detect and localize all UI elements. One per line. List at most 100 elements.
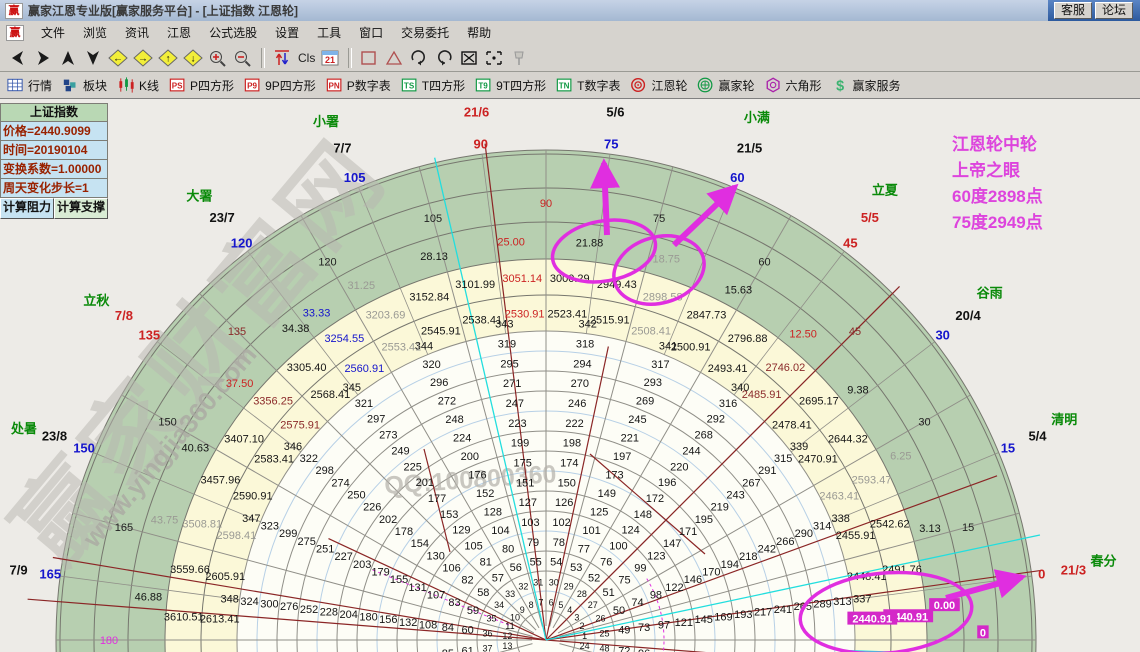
svg-text:269: 269 [636,396,654,408]
svg-text:23/7: 23/7 [209,210,234,225]
svg-text:T9: T9 [478,81,488,90]
svg-text:55: 55 [530,557,542,569]
shift-updown-icon[interactable] [270,47,294,69]
svg-text:3457.96: 3457.96 [201,474,241,486]
menu-item-9[interactable]: 帮助 [458,21,500,44]
down-triangle-icon[interactable] [81,47,105,69]
view-button-label: 行情 [28,77,52,94]
hexagon-icon [765,76,783,94]
svg-text:79: 79 [527,537,539,549]
view-button-江恩轮[interactable]: 江恩轮 [630,76,687,94]
diamond-up-icon[interactable]: ↑ [156,47,180,69]
view-button-K线[interactable]: K线 [117,76,159,94]
svg-text:2493.41: 2493.41 [708,363,748,375]
box-x-icon[interactable] [457,47,481,69]
svg-text:85: 85 [442,648,454,652]
diamond-down-icon[interactable]: ↓ [181,47,205,69]
view-button-9T四方形[interactable]: T9 9T四方形 [475,76,546,94]
svg-text:249: 249 [391,445,409,457]
svg-text:337: 337 [853,593,871,605]
svg-text:272: 272 [438,396,456,408]
menu-item-0[interactable]: 文件 [32,21,74,44]
svg-text:32: 32 [518,581,528,591]
svg-text:97: 97 [658,619,670,631]
box-center-icon[interactable] [482,47,506,69]
draw-triangle-icon[interactable] [382,47,406,69]
zoom-out-icon[interactable] [231,47,255,69]
svg-text:$: $ [836,78,844,94]
svg-text:316: 316 [719,398,737,410]
calendar-icon[interactable]: 21 [318,47,342,69]
view-button-行情[interactable]: 行情 [6,76,52,94]
view-button-label: P数字表 [347,77,391,94]
menu-item-8[interactable]: 交易委托 [392,21,458,44]
svg-text:347: 347 [242,513,260,525]
svg-text:立秋: 立秋 [83,293,110,308]
menu-item-1[interactable]: 浏览 [74,21,116,44]
menu-item-2[interactable]: 资讯 [116,21,158,44]
view-button-label: 9T四方形 [496,77,546,94]
view-button-赢家服务[interactable]: $赢家服务 [832,76,901,94]
cls-icon[interactable]: Cls [295,51,318,65]
up-triangle-icon[interactable] [56,47,80,69]
svg-text:50: 50 [613,605,625,617]
next-arrow-icon[interactable] [31,47,55,69]
menu-item-6[interactable]: 工具 [308,21,350,44]
svg-text:171: 171 [679,526,697,538]
prev-arrow-icon[interactable] [6,47,30,69]
view-button-P四方形[interactable]: PSP四方形 [169,76,234,94]
view-button-赢家轮[interactable]: 赢家轮 [697,76,754,94]
view-button-板块[interactable]: 板块 [62,76,107,94]
svg-text:59: 59 [467,605,479,617]
svg-text:2470.91: 2470.91 [798,453,838,465]
diamond-left-icon[interactable]: ← [106,47,130,69]
rotate-cw-icon[interactable] [407,47,431,69]
svg-text:7/7: 7/7 [333,140,351,155]
svg-text:5/4: 5/4 [1028,428,1047,443]
svg-text:小满: 小满 [744,110,770,125]
svg-text:220: 220 [670,461,688,473]
view-button-六角形[interactable]: 六角形 [765,76,822,94]
menu-item-3[interactable]: 江恩 [158,21,200,44]
svg-text:123: 123 [647,550,665,562]
svg-text:P9: P9 [247,81,257,90]
calc-resistance-button[interactable]: 计算阻力 [0,198,54,219]
service-button[interactable]: 客服 [1054,2,1092,19]
view-button-label: 六角形 [786,77,822,94]
svg-text:立夏: 立夏 [872,182,899,197]
view-button-9P四方形[interactable]: P99P四方形 [244,76,316,94]
view-button-P数字表[interactable]: PNP数字表 [326,76,391,94]
svg-text:155: 155 [390,574,408,586]
wheel-green-icon [697,76,715,94]
svg-text:121: 121 [675,617,693,629]
menu-item-4[interactable]: 公式选股 [200,21,266,44]
calc-support-button[interactable]: 计算支撑 [54,198,108,219]
svg-text:PS: PS [172,81,183,90]
svg-text:23/8: 23/8 [42,428,67,443]
svg-text:348: 348 [221,593,239,605]
diamond-right-icon[interactable]: → [131,47,155,69]
svg-text:165: 165 [115,522,133,534]
svg-text:127: 127 [519,497,537,509]
draw-square-icon[interactable] [357,47,381,69]
menu-item-7[interactable]: 窗口 [350,21,392,44]
view-button-T数字表[interactable]: TNT数字表 [556,76,620,94]
zoom-in-icon[interactable] [206,47,230,69]
svg-text:199: 199 [511,438,529,450]
svg-text:春分: 春分 [1090,554,1117,569]
menu-item-5[interactable]: 设置 [266,21,308,44]
svg-text:339: 339 [790,441,808,453]
svg-text:152: 152 [476,488,494,500]
svg-text:49: 49 [618,625,630,637]
rotate-ccw-icon[interactable] [432,47,456,69]
forum-button[interactable]: 论坛 [1095,2,1133,19]
svg-text:107: 107 [427,589,445,601]
svg-text:290: 290 [795,528,813,540]
pin-icon[interactable] [507,47,531,69]
TS-icon: TS [401,76,419,94]
svg-text:179: 179 [371,566,389,578]
view-button-T四方形[interactable]: TST四方形 [401,76,465,94]
svg-text:2485.91: 2485.91 [742,389,782,401]
svg-text:105: 105 [424,213,442,225]
svg-text:319: 319 [498,339,516,351]
